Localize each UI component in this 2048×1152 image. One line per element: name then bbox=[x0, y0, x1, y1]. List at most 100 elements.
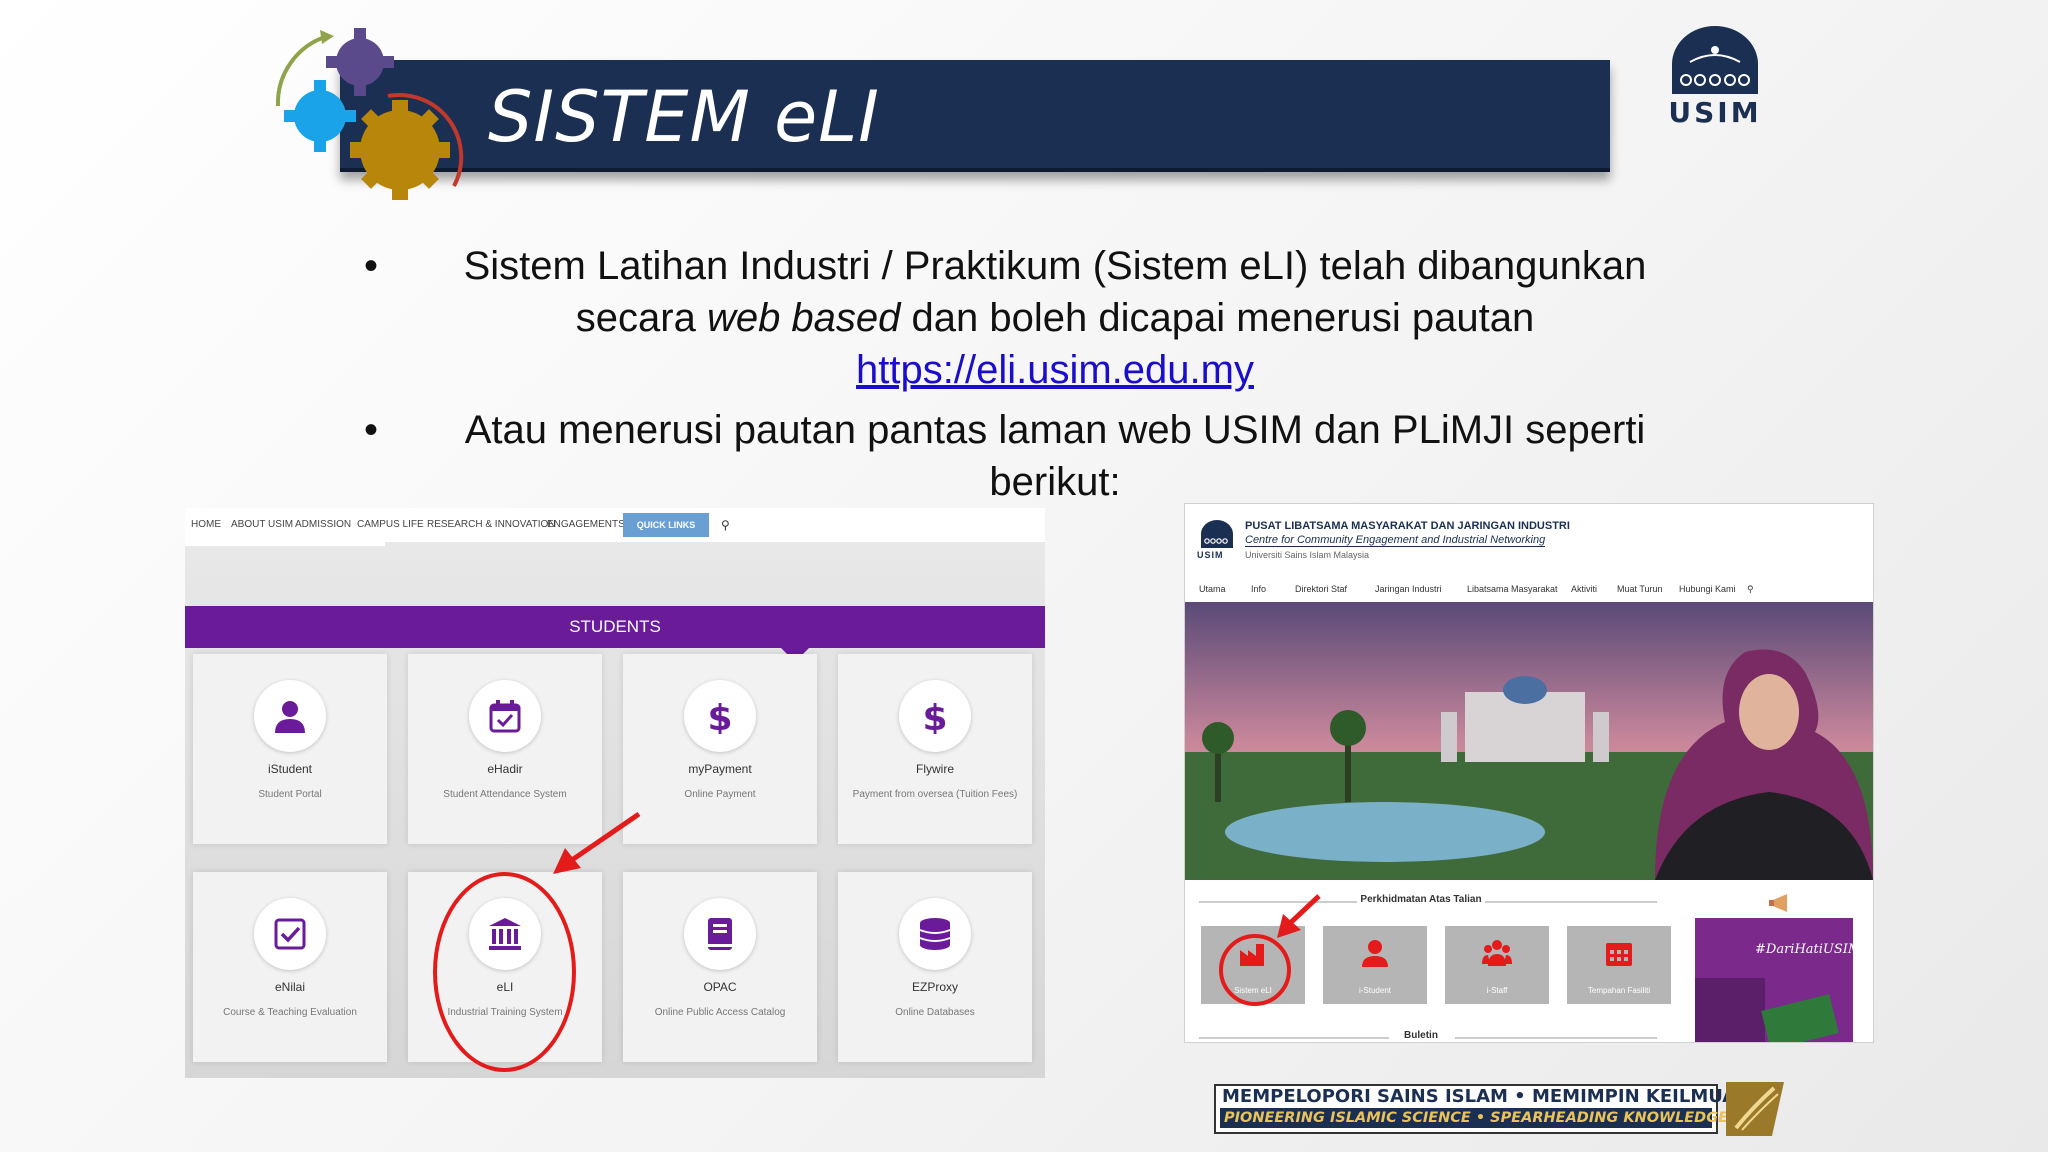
usim-nav-bar: HOME ABOUT USIM ADMISSION CAMPUS LIFE RE… bbox=[185, 508, 1045, 542]
service-label: i-Staff bbox=[1486, 986, 1508, 995]
bullet-dot: • bbox=[364, 244, 379, 288]
nav-home[interactable]: HOME bbox=[191, 508, 221, 542]
card-subtitle: Online Public Access Catalog bbox=[654, 1007, 786, 1018]
user-icon bbox=[1362, 940, 1388, 967]
ehadir-circle bbox=[469, 680, 541, 752]
rnav-aktiviti[interactable]: Aktiviti bbox=[1571, 584, 1597, 594]
rnav-direktori-staf[interactable]: Direktori Staf bbox=[1295, 584, 1347, 594]
red-arrow-icon bbox=[553, 811, 641, 874]
plimji-logo-text: USIM bbox=[1197, 550, 1224, 560]
service-label: Tempahan Fasiliti bbox=[1587, 986, 1651, 995]
bullet-1-text-end: dan boleh dicapai menerusi pautan bbox=[900, 296, 1535, 340]
nav-quick-links[interactable]: QUICK LINKS bbox=[623, 513, 709, 537]
card-flywire[interactable]: $ Flywire Payment from oversea (Tuition … bbox=[838, 654, 1032, 844]
card-title: OPAC bbox=[703, 980, 737, 994]
book-icon bbox=[708, 918, 732, 950]
underline-divider bbox=[185, 542, 385, 546]
students-heading: STUDENTS bbox=[185, 606, 1045, 648]
services-title: Perkhidmatan Atas Talian bbox=[1360, 894, 1482, 905]
card-title: Flywire bbox=[916, 762, 954, 776]
istudent-circle bbox=[254, 680, 326, 752]
rnav-libatsama-masyarakat[interactable]: Libatsama Masyarakat bbox=[1467, 584, 1558, 594]
card-mypayment[interactable]: $ myPayment Online Payment bbox=[623, 654, 817, 844]
service-tempahan-fasiliti[interactable]: Tempahan Fasiliti bbox=[1567, 926, 1671, 1004]
nav-about-usim[interactable]: ABOUT USIM bbox=[231, 508, 293, 542]
slogan-english: PIONEERING ISLAMIC SCIENCE • SPEARHEADIN… bbox=[1220, 1108, 1728, 1128]
svg-text:$: $ bbox=[707, 698, 732, 734]
nav-research-innovation[interactable]: RESEARCH & INNOVATION bbox=[427, 508, 556, 542]
service-label: i-Student bbox=[1358, 986, 1392, 995]
card-title: eHadir bbox=[487, 762, 523, 776]
database-icon bbox=[919, 918, 951, 950]
bullet-1-line-2: secara web based dan boleh dicapai mener… bbox=[400, 292, 1710, 344]
card-title: myPayment bbox=[688, 762, 752, 776]
rnav-hubungi-kami[interactable]: Hubungi Kami bbox=[1679, 584, 1736, 594]
buletin-divider bbox=[1455, 1037, 1657, 1039]
card-subtitle: Payment from oversea (Tuition Fees) bbox=[852, 789, 1018, 800]
card-subtitle: Student Portal bbox=[258, 789, 322, 800]
gears-icon bbox=[275, 28, 464, 200]
red-arrow-icon bbox=[1277, 894, 1321, 938]
bullet-2-line-2: berikut: bbox=[989, 460, 1121, 504]
bullet-1-text: secara bbox=[575, 296, 707, 340]
promo-banner[interactable]: #DariHatiUSIM bbox=[1695, 918, 1853, 1042]
usim-students-screenshot: HOME ABOUT USIM ADMISSION CAMPUS LIFE RE… bbox=[185, 508, 1045, 1078]
card-subtitle: Online Payment bbox=[684, 789, 756, 800]
slide-title: SISTEM eLI bbox=[488, 76, 880, 158]
rnav-utama[interactable]: Utama bbox=[1199, 584, 1226, 594]
slogan-malay: MEMPELOPORI SAINS ISLAM • MEMIMPIN KEILM… bbox=[1222, 1086, 1752, 1107]
ezproxy-circle bbox=[899, 898, 971, 970]
bullet-1-line-1: Sistem Latihan Industri / Praktikum (Sis… bbox=[463, 244, 1647, 288]
card-title: eNilai bbox=[274, 980, 305, 994]
plimji-subtitle: Centre for Community Engagement and Indu… bbox=[1245, 534, 1546, 547]
card-subtitle: Student Attendance System bbox=[443, 789, 567, 800]
rnav-muat-turun[interactable]: Muat Turun bbox=[1617, 584, 1663, 594]
rnav-jaringan-industri[interactable]: Jaringan Industri bbox=[1375, 584, 1442, 594]
enilai-circle bbox=[254, 898, 326, 970]
opac-circle bbox=[684, 898, 756, 970]
card-istudent[interactable]: iStudent Student Portal bbox=[193, 654, 387, 844]
nav-admission[interactable]: ADMISSION bbox=[295, 508, 351, 542]
card-ezproxy[interactable]: EZProxy Online Databases bbox=[838, 872, 1032, 1062]
svg-text:$: $ bbox=[922, 698, 947, 734]
plimji-screenshot: USIM PUSAT LIBATSAMA MASYARAKAT DAN JARI… bbox=[1184, 503, 1874, 1043]
eli-link[interactable]: https://eli.usim.edu.my bbox=[856, 348, 1254, 392]
search-icon[interactable]: ⚲ bbox=[1747, 584, 1754, 595]
promo-rice-bag bbox=[1761, 994, 1839, 1042]
bullet-2-line-1: Atau menerusi pautan pantas laman web US… bbox=[464, 408, 1646, 452]
mypayment-circle: $ bbox=[684, 680, 756, 752]
bullet-1-emphasis: web based bbox=[706, 296, 901, 340]
dollar-icon: $ bbox=[922, 698, 947, 734]
service-i-staff[interactable]: i-Staff bbox=[1445, 926, 1549, 1004]
highlight-circle bbox=[433, 872, 576, 1072]
card-enilai[interactable]: eNilai Course & Teaching Evaluation bbox=[193, 872, 387, 1062]
card-opac[interactable]: OPAC Online Public Access Catalog bbox=[623, 872, 817, 1062]
checkbox-icon bbox=[274, 918, 306, 950]
nav-campus-life[interactable]: CAMPUS LIFE bbox=[357, 508, 424, 542]
card-title: EZProxy bbox=[911, 980, 958, 994]
service-i-student[interactable]: i-Student bbox=[1323, 926, 1427, 1004]
card-subtitle: Online Databases bbox=[895, 1007, 975, 1018]
bullet-dot: • bbox=[364, 408, 379, 452]
promo-photo bbox=[1695, 978, 1765, 1042]
dollar-icon: $ bbox=[707, 698, 732, 734]
emblem-icon bbox=[1726, 1082, 1784, 1136]
search-icon[interactable]: ⚲ bbox=[721, 508, 730, 542]
bullet-2: Atau menerusi pautan pantas laman web US… bbox=[400, 404, 1710, 508]
calendar-check-icon bbox=[489, 700, 521, 733]
usim-logo-text: USIM bbox=[1668, 96, 1762, 129]
nav-engagements[interactable]: ENGAGEMENTS bbox=[547, 508, 625, 542]
user-icon bbox=[275, 701, 305, 733]
bullet-1: Sistem Latihan Industri / Praktikum (Sis… bbox=[400, 240, 1710, 396]
card-subtitle: Course & Teaching Evaluation bbox=[223, 1007, 357, 1018]
rnav-info[interactable]: Info bbox=[1251, 584, 1266, 594]
users-icon bbox=[1482, 940, 1512, 966]
flywire-circle: $ bbox=[899, 680, 971, 752]
hero-banner-image bbox=[1185, 602, 1873, 880]
buletin-title: Buletin bbox=[1404, 1030, 1438, 1041]
plimji-university: Universiti Sains Islam Malaysia bbox=[1245, 550, 1370, 560]
card-title: iStudent bbox=[267, 762, 313, 776]
megaphone-icon bbox=[1769, 894, 1787, 912]
buletin-divider bbox=[1199, 1037, 1389, 1039]
promo-text: #DariHatiUSIM bbox=[1755, 942, 1853, 957]
